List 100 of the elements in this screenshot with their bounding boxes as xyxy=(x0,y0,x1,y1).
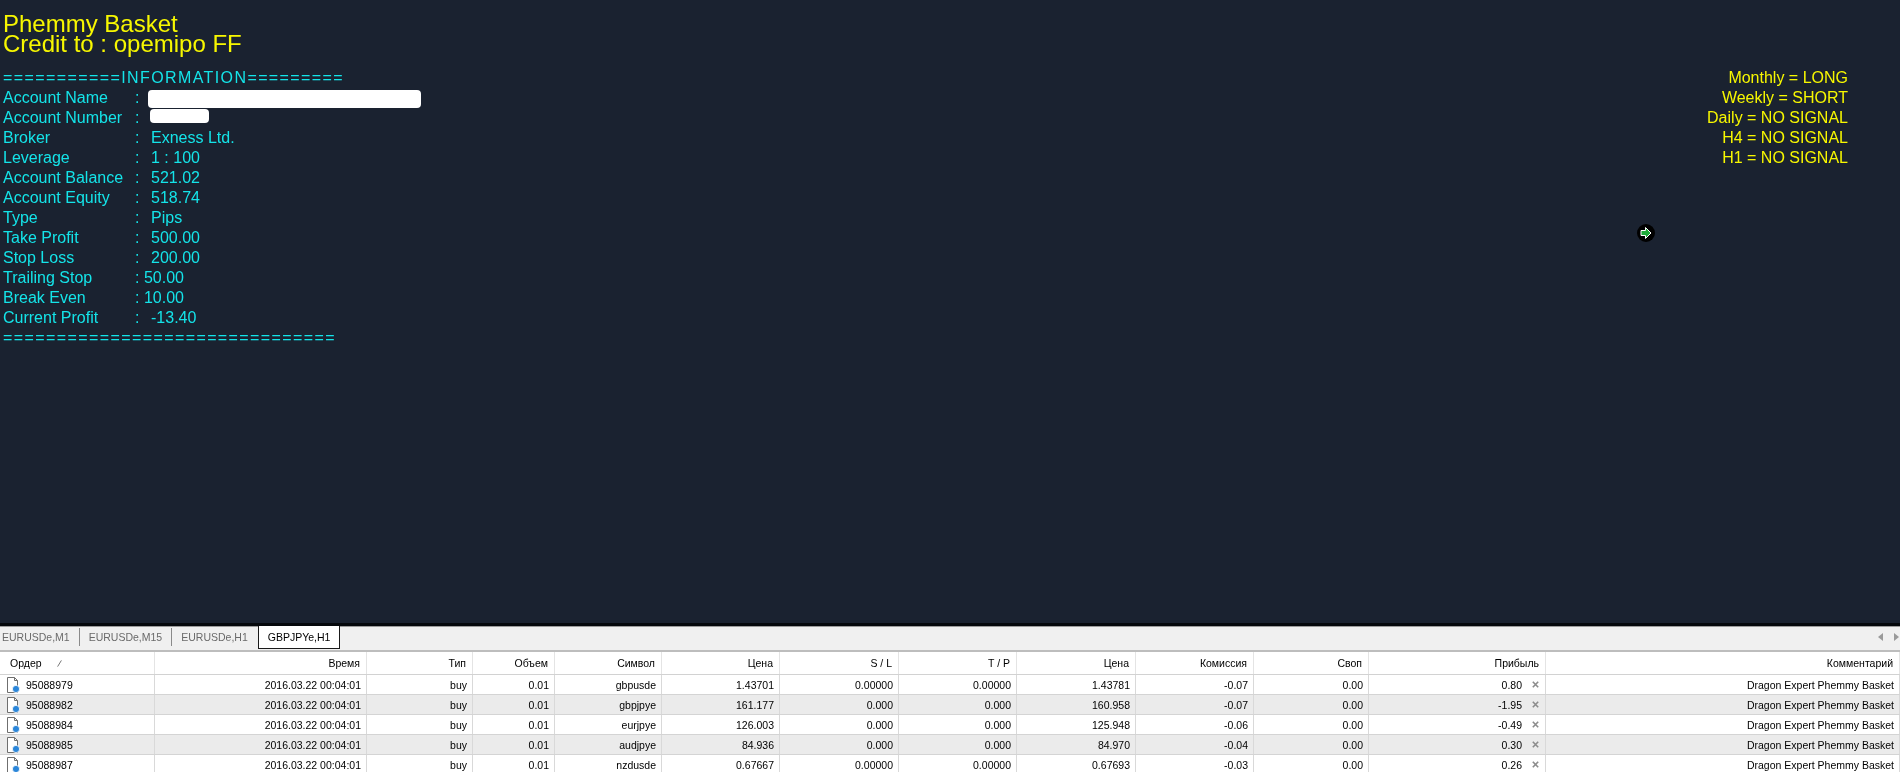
table-cell: eurjpye xyxy=(555,715,662,734)
column-header[interactable]: Комиссия xyxy=(1136,652,1254,674)
table-cell: Dragon Expert Phemmy Basket xyxy=(1546,755,1900,772)
close-icon[interactable] xyxy=(1532,761,1539,768)
table-cell: -1.95 xyxy=(1498,698,1522,711)
table-cell: -0.06 xyxy=(1136,715,1254,734)
table-cell: 0.01 xyxy=(473,755,555,772)
document-icon xyxy=(6,736,20,753)
field-label: Broker xyxy=(3,127,51,148)
column-header[interactable]: Объем xyxy=(473,652,555,674)
table-cell: buy xyxy=(367,675,473,694)
table-cell: 2016.03.22 00:04:01 xyxy=(155,735,367,754)
colon-text: : xyxy=(135,107,140,128)
scroll-right-icon[interactable] xyxy=(1894,633,1899,641)
table-cell: 0.26 xyxy=(1501,758,1522,771)
chart-tab[interactable]: EURUSDe,M1 xyxy=(0,628,80,646)
table-cell: 0.00 xyxy=(1254,675,1369,694)
table-cell: 2016.03.22 00:04:01 xyxy=(155,755,367,772)
field-value: : 10.00 xyxy=(135,287,184,308)
table-cell: 95088987 xyxy=(26,758,73,771)
close-icon[interactable] xyxy=(1532,701,1539,708)
field-label: Current Profit xyxy=(3,307,99,328)
table-cell: -0.49 xyxy=(1498,718,1522,731)
table-cell: 0.00 xyxy=(1254,735,1369,754)
field-label: Take Profit xyxy=(3,227,79,248)
column-header[interactable]: Цена xyxy=(1017,652,1136,674)
table-cell: 0.00000 xyxy=(899,675,1017,694)
field-label: Account Equity xyxy=(3,187,110,208)
field-label: Leverage xyxy=(3,147,70,168)
table-cell: gbpjpye xyxy=(555,695,662,714)
colon-text: : xyxy=(135,167,140,188)
table-cell: -0.04 xyxy=(1136,735,1254,754)
table-cell: 95088984 xyxy=(26,718,73,731)
table-cell: 1.43701 xyxy=(662,675,780,694)
table-cell: buy xyxy=(367,715,473,734)
field-value: -13.40 xyxy=(151,307,197,328)
table-cell: 0.01 xyxy=(473,695,555,714)
table-cell: 0.01 xyxy=(473,675,555,694)
table-cell: Dragon Expert Phemmy Basket xyxy=(1546,715,1900,734)
column-header[interactable]: Комментарий xyxy=(1546,652,1900,674)
table-cell: 0.67667 xyxy=(662,755,780,772)
colon-text: : xyxy=(135,127,140,148)
column-header[interactable]: T / P xyxy=(899,652,1017,674)
table-cell: buy xyxy=(367,755,473,772)
arrow-circle-icon xyxy=(1637,224,1655,242)
column-header[interactable]: Время xyxy=(155,652,367,674)
colon-text: : xyxy=(135,307,140,328)
table-cell: 95088979 xyxy=(26,678,73,691)
table-cell: 0.000 xyxy=(899,695,1017,714)
document-icon xyxy=(6,696,20,713)
info-header-line: ===========INFORMATION========= xyxy=(3,67,345,88)
table-cell: 0.000 xyxy=(899,735,1017,754)
field-label: Break Even xyxy=(3,287,86,308)
close-icon[interactable] xyxy=(1532,741,1539,748)
field-value: 500.00 xyxy=(151,227,200,248)
column-header[interactable]: Тип xyxy=(367,652,473,674)
colon-text: : xyxy=(135,227,140,248)
chart-tab[interactable]: EURUSDe,M15 xyxy=(79,628,173,646)
field-label: Account Number xyxy=(3,107,123,128)
table-cell: 125.948 xyxy=(1017,715,1136,734)
table-cell: 0.000 xyxy=(899,715,1017,734)
chart-tab[interactable]: GBPJPYe,H1 xyxy=(257,626,341,649)
field-value: 521.02 xyxy=(151,167,200,188)
scroll-left-icon[interactable] xyxy=(1878,633,1883,641)
colon-text: : xyxy=(135,247,140,268)
table-cell: 0.000 xyxy=(780,715,899,734)
table-cell: 84.970 xyxy=(1017,735,1136,754)
field-label: Trailing Stop xyxy=(3,267,93,288)
column-header[interactable]: S / L xyxy=(780,652,899,674)
chart-tab[interactable]: EURUSDe,H1 xyxy=(172,628,258,646)
column-header[interactable]: Своп xyxy=(1254,652,1369,674)
table-cell: gbpusde xyxy=(555,675,662,694)
close-icon[interactable] xyxy=(1532,681,1539,688)
signal-text: Monthly = LONG xyxy=(1728,67,1848,88)
column-header[interactable]: Символ xyxy=(555,652,662,674)
field-value: Pips xyxy=(151,207,183,228)
table-cell: buy xyxy=(367,695,473,714)
table-cell: 95088982 xyxy=(26,698,73,711)
colon-text: : xyxy=(135,207,140,228)
table-cell: 95088985 xyxy=(26,738,73,751)
table-cell: 160.958 xyxy=(1017,695,1136,714)
field-value: 518.74 xyxy=(151,187,200,208)
column-header[interactable]: Цена xyxy=(662,652,780,674)
field-label: Account Name xyxy=(3,87,108,108)
column-header[interactable]: Прибыль xyxy=(1369,652,1546,674)
field-value: 200.00 xyxy=(151,247,200,268)
table-cell: 161.177 xyxy=(662,695,780,714)
table-cell: 0.67693 xyxy=(1017,755,1136,772)
table-cell: 84.936 xyxy=(662,735,780,754)
signal-text: H4 = NO SIGNAL xyxy=(1722,127,1848,148)
table-cell: 0.00 xyxy=(1254,695,1369,714)
table-cell: Dragon Expert Phemmy Basket xyxy=(1546,675,1900,694)
table-cell: 0.30 xyxy=(1501,738,1522,751)
signal-text: Weekly = SHORT xyxy=(1721,87,1848,108)
table-cell: audjpye xyxy=(555,735,662,754)
close-icon[interactable] xyxy=(1532,721,1539,728)
table-cell: 0.00 xyxy=(1254,715,1369,734)
column-header[interactable]: Ордер xyxy=(0,652,155,674)
table-cell: 0.01 xyxy=(473,735,555,754)
signal-text: H1 = NO SIGNAL xyxy=(1722,147,1848,168)
